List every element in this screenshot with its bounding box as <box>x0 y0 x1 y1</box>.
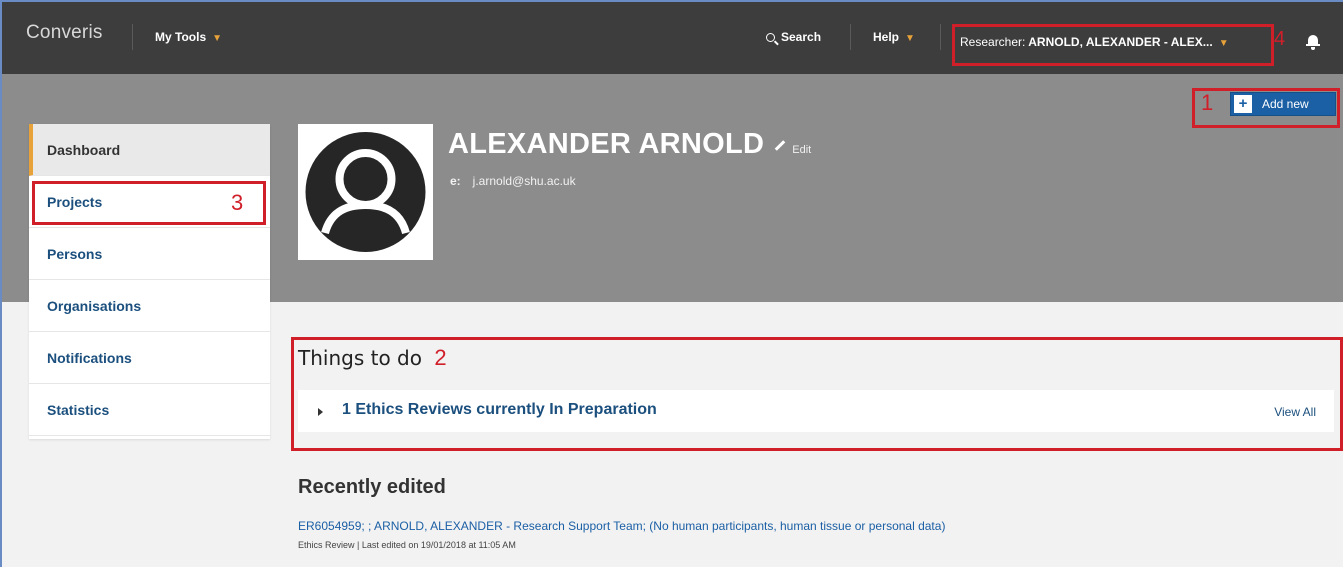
sidebar-item-persons[interactable]: Persons <box>29 228 270 280</box>
profile-name: ALEXANDER ARNOLD <box>448 128 765 160</box>
search-icon <box>766 33 775 42</box>
plus-icon: + <box>1234 95 1252 113</box>
annotation-box-2 <box>291 337 1343 451</box>
recent-item-meta: Ethics Review | Last edited on 19/01/201… <box>298 540 516 550</box>
sidebar-item-notifications[interactable]: Notifications <box>29 332 270 384</box>
pencil-icon[interactable] <box>774 140 786 151</box>
user-avatar-icon <box>305 132 426 252</box>
divider <box>850 24 851 50</box>
annotation-box-4 <box>952 24 1274 66</box>
email-label: e: <box>450 174 461 188</box>
search-button[interactable]: Search <box>766 30 821 44</box>
chevron-down-icon: ▼ <box>905 33 915 44</box>
converis-logo[interactable]: Converis <box>26 22 103 44</box>
chevron-down-icon: ▼ <box>212 33 223 44</box>
help-label: Help <box>873 30 900 44</box>
add-new-button[interactable]: + Add new <box>1230 92 1336 116</box>
recent-item-link[interactable]: ER6054959; ; ARNOLD, ALEXANDER - Researc… <box>298 519 945 533</box>
my-tools-label: My Tools <box>155 30 207 44</box>
sidebar-item-statistics[interactable]: Statistics <box>29 384 270 436</box>
sidebar-item-organisations[interactable]: Organisations <box>29 280 270 332</box>
profile-email: e: j.arnold@shu.ac.uk <box>450 174 576 188</box>
divider <box>132 24 133 50</box>
help-menu[interactable]: Help ▼ <box>873 30 915 44</box>
my-tools-menu[interactable]: My Tools ▼ <box>155 30 222 44</box>
annotation-number-1: 1 <box>1201 90 1214 115</box>
annotation-number-3: 3 <box>231 190 244 215</box>
divider <box>940 24 941 50</box>
search-label: Search <box>781 30 822 44</box>
bell-icon[interactable] <box>1306 35 1320 50</box>
profile-header: ALEXANDER ARNOLD Edit <box>448 128 811 161</box>
edit-link[interactable]: Edit <box>792 144 811 156</box>
email-value[interactable]: j.arnold@shu.ac.uk <box>473 174 576 188</box>
sidebar-item-dashboard[interactable]: Dashboard <box>29 124 270 176</box>
annotation-number-4: 4 <box>1274 28 1286 50</box>
add-new-label: Add new <box>1262 97 1309 111</box>
recently-edited-title: Recently edited <box>298 476 446 498</box>
sidebar-navigation: Dashboard Projects Persons Organisations… <box>29 124 270 439</box>
avatar <box>298 124 433 260</box>
